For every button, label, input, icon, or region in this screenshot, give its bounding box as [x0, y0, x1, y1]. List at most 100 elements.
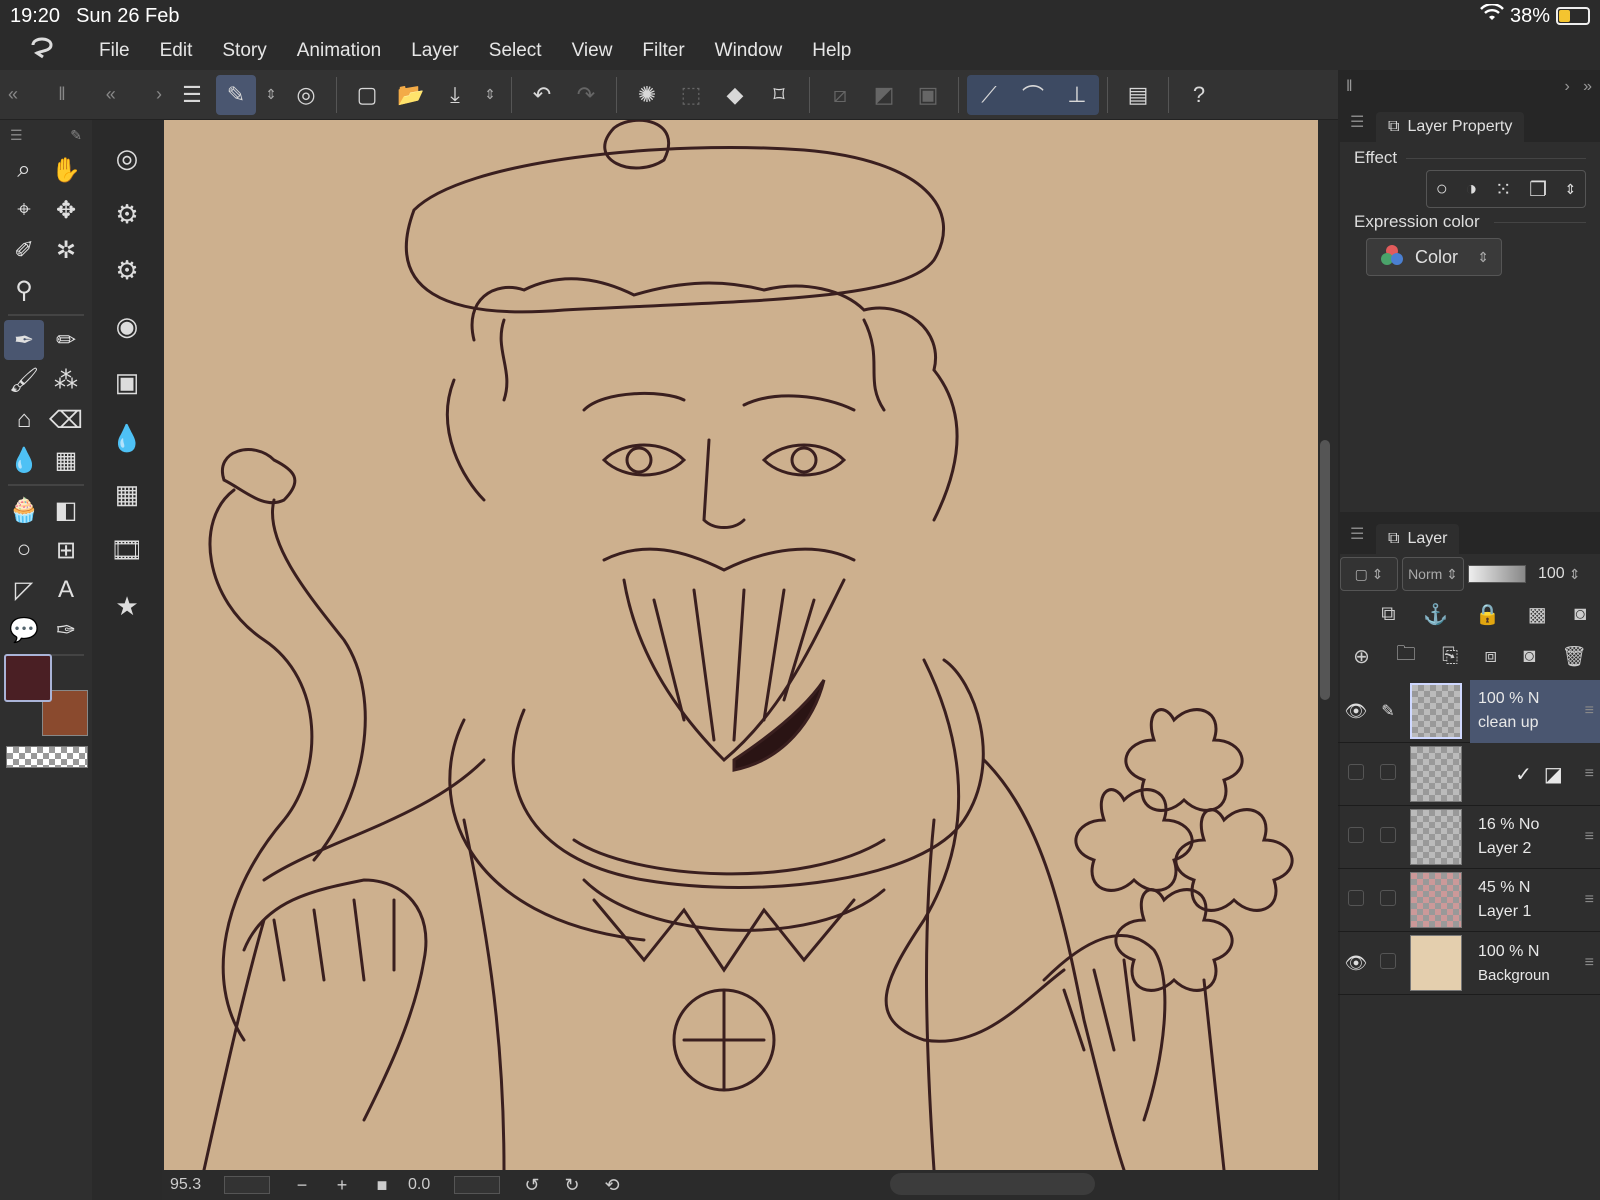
deselect-icon[interactable]: ⧄ — [820, 75, 860, 115]
device-settings-icon[interactable]: ▤ — [1118, 75, 1158, 115]
transparent-color-swatch[interactable] — [6, 746, 88, 768]
gradient-tool-icon[interactable]: ◧ — [46, 490, 86, 530]
snap-grid-icon[interactable]: ⊥ — [1057, 75, 1097, 115]
rotation-value[interactable]: 0.0 — [402, 1176, 454, 1194]
visibility-toggle[interactable] — [1338, 826, 1374, 848]
color-set-icon[interactable]: ▦ — [105, 472, 149, 516]
fill-tool-icon[interactable]: 🧁 — [4, 490, 44, 530]
extract-line-icon[interactable]: ◑ — [1465, 178, 1477, 201]
edit-toggle[interactable] — [1374, 763, 1402, 785]
clip-layer-icon[interactable]: ⧉ — [1381, 603, 1395, 626]
drag-handle-icon[interactable]: ‖ — [58, 84, 65, 105]
timelapse-icon[interactable]: ◎ — [105, 136, 149, 180]
layer-handle-icon[interactable]: ≡ — [1585, 891, 1594, 909]
rotate-left-icon[interactable]: ↺ — [512, 1175, 552, 1196]
layer-row[interactable]: 👁 100 % N Backgroun ≡ — [1338, 932, 1600, 995]
pen-tool-icon[interactable]: ✒ — [4, 320, 44, 360]
navigator-icon[interactable]: ▣ — [105, 360, 149, 404]
new-canvas-icon[interactable]: ▢ — [347, 75, 387, 115]
zoom-value[interactable]: 95.3 — [164, 1176, 224, 1194]
modify-mode-icon[interactable]: ✎ — [216, 74, 256, 115]
save-options-icon[interactable]: ⇕ — [479, 75, 501, 115]
delete-layer-icon[interactable]: 🗑 — [1561, 644, 1586, 669]
copy-layer-icon[interactable]: ⎘ — [1442, 645, 1458, 668]
snap-special-ruler-icon[interactable]: ⌒ — [1013, 75, 1053, 115]
pen-edit-icon[interactable]: ✎ — [1374, 701, 1402, 721]
collapse-left-icon-2[interactable]: « — [106, 84, 116, 105]
edit-toggle[interactable] — [1374, 952, 1402, 974]
eyedropper-tool-icon[interactable]: ⚲ — [4, 270, 44, 310]
balloon-tool-icon[interactable]: 💬 — [4, 610, 44, 650]
menu-animation[interactable]: Animation — [282, 40, 397, 62]
figure-tool-icon[interactable]: ○ — [4, 530, 44, 570]
auto-select-tool-icon[interactable]: ✲ — [46, 230, 86, 270]
zoom-in-icon[interactable]: + — [322, 1175, 362, 1196]
tool-property-icon[interactable]: ⚙ — [105, 248, 149, 292]
visibility-toggle[interactable] — [1338, 763, 1374, 785]
selection-border-icon[interactable]: ▣ — [908, 75, 948, 115]
drawing-canvas[interactable] — [164, 120, 1318, 1170]
undo-icon[interactable]: ↶ — [522, 75, 562, 115]
eye-icon[interactable]: 👁 — [1338, 701, 1374, 722]
layer-color-icon[interactable]: ❐ — [1529, 177, 1547, 202]
canvas-vertical-scrollbar[interactable] — [1320, 440, 1330, 700]
rotation-slider[interactable] — [454, 1176, 500, 1194]
menu-help[interactable]: Help — [797, 40, 866, 62]
canvas-horizontal-scrollbar[interactable] — [890, 1173, 1095, 1195]
edit-toggle[interactable] — [1374, 889, 1402, 911]
blend-mode-select[interactable]: Norm ⇕ — [1402, 557, 1464, 591]
move-layer-tool-icon[interactable]: ✥ — [46, 190, 86, 230]
operation-tool-icon[interactable]: ⌖ — [4, 190, 44, 230]
clear-selection-icon[interactable]: ⬚ — [671, 75, 711, 115]
layer-row[interactable]: 45 % N Layer 1 ≡ — [1338, 869, 1600, 932]
new-raster-layer-icon[interactable]: ⊕ — [1353, 644, 1370, 669]
visibility-toggle[interactable] — [1338, 889, 1374, 911]
menu-window[interactable]: Window — [700, 40, 798, 62]
material-favorites-icon[interactable]: ★ — [105, 584, 149, 628]
app-logo-icon[interactable] — [0, 35, 84, 68]
help-icon[interactable]: ? — [1179, 75, 1219, 115]
brush-tool-icon[interactable]: 🖌 — [4, 360, 44, 400]
color-mixing-icon[interactable]: 💧 — [105, 416, 149, 460]
merge-layer-icon[interactable]: ⧈ — [1484, 645, 1497, 668]
opacity-stepper-icon[interactable]: ⇕ — [1569, 566, 1581, 583]
menu-select[interactable]: Select — [474, 40, 557, 62]
selection-pen-tool-icon[interactable]: ✐ — [4, 230, 44, 270]
text-tool-icon[interactable]: A — [46, 570, 86, 610]
snap-ruler-icon[interactable]: ⟋ — [969, 75, 1009, 115]
layer-handle-icon[interactable]: ≡ — [1585, 702, 1594, 720]
save-icon[interactable]: ⤓ — [435, 75, 475, 115]
menu-file[interactable]: File — [84, 40, 145, 62]
layer-handle-icon[interactable]: ≡ — [1585, 765, 1594, 783]
menu-story[interactable]: Story — [207, 40, 281, 62]
lock-transparency-icon[interactable]: ▩ — [1528, 602, 1547, 627]
layer-tab[interactable]: ⧉ Layer — [1376, 524, 1460, 554]
rotate-right-icon[interactable]: ↻ — [552, 1175, 592, 1196]
correct-line-tool-icon[interactable]: ✑ — [46, 610, 86, 650]
layer-row[interactable]: ✓ ◪ ≡ — [1338, 743, 1600, 806]
layer-row[interactable]: 👁 ✎ 100 % N clean up ≡ — [1338, 679, 1600, 743]
pencil-tool-icon[interactable]: ✏ — [46, 320, 86, 360]
eraser-tool-icon[interactable]: ⌫ — [46, 400, 86, 440]
edit-toggle[interactable] — [1374, 826, 1402, 848]
reset-rotation-icon[interactable]: ⟲ — [592, 1175, 632, 1196]
spiral-app-icon[interactable]: ◎ — [286, 75, 326, 115]
collapse-left-icon[interactable]: « — [8, 84, 18, 105]
redo-icon[interactable]: ↷ — [566, 75, 606, 115]
menu-layer[interactable]: Layer — [396, 40, 474, 62]
expand-right-icon[interactable]: › — [156, 84, 162, 105]
property-menu-icon[interactable]: ☰ — [1350, 112, 1364, 132]
drag-handle-icon-right[interactable]: ‖ — [1346, 78, 1353, 96]
blend-tool-icon[interactable]: 💧 — [4, 440, 44, 480]
airbrush-tool-icon[interactable]: ⁂ — [46, 360, 86, 400]
layer-handle-icon[interactable]: ≡ — [1585, 828, 1594, 846]
animation-timeline-icon[interactable]: 🎞 — [105, 528, 149, 572]
layer-handle-icon[interactable]: ≡ — [1585, 954, 1594, 972]
brush-size-icon[interactable]: ◉ — [105, 304, 149, 348]
hand-tool-icon[interactable]: ✋ — [46, 150, 86, 190]
border-effect-icon[interactable]: ○ — [1436, 178, 1448, 201]
eye-icon[interactable]: 👁 — [1338, 953, 1374, 974]
invert-selection-icon[interactable]: ◩ — [864, 75, 904, 115]
zoom-out-icon[interactable]: − — [282, 1175, 322, 1196]
ruler-tool-icon[interactable]: ◸ — [4, 570, 44, 610]
